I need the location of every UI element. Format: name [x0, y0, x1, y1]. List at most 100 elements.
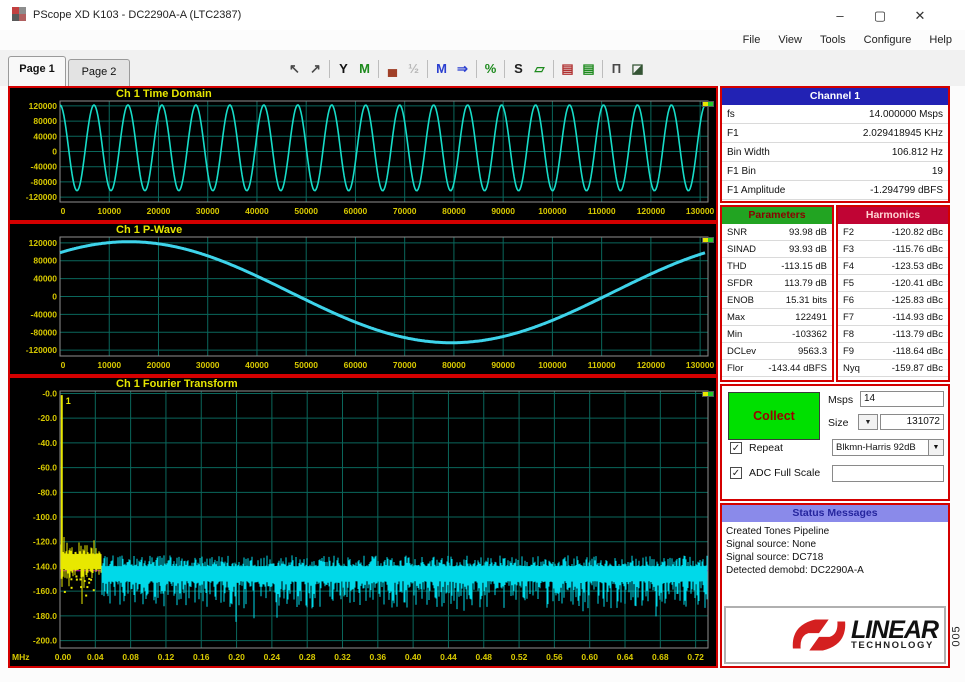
- toolbar-separator: [602, 60, 603, 78]
- svg-text:120000: 120000: [637, 360, 666, 370]
- status-line: Signal source: None: [726, 539, 817, 550]
- table-row: SINAD 93.93 dB: [722, 241, 832, 258]
- row-value: 2.029418945 KHz: [862, 127, 943, 139]
- table-row: DCLev 9563.3: [722, 343, 832, 360]
- svg-text:100000: 100000: [538, 206, 567, 216]
- y-scale-icon[interactable]: Y: [333, 59, 354, 79]
- row-value: 113.79 dB: [784, 277, 827, 289]
- toolbar: ↖ ↗ Y M ▄ ½ M ⇒% S ▱ ▤ ▤ Π ◪: [284, 57, 648, 81]
- zoom-tool-icon[interactable]: ↗: [305, 59, 326, 79]
- pulse-icon[interactable]: Π: [606, 59, 627, 79]
- pan-tool-icon[interactable]: ↖: [284, 59, 305, 79]
- status-panel: Status Messages Created Tones Pipeline Si…: [720, 503, 950, 668]
- row-label: F4: [843, 260, 855, 272]
- adc-full-scale-label: ADC Full Scale: [749, 467, 821, 479]
- fundamental-marker: 1: [66, 396, 71, 406]
- row-value: -120.41 dBc: [891, 277, 943, 289]
- fourier-chart[interactable]: -0.0 -20.0 -40.0 -60.0 -80.0 -100.0 -120.0 -140…: [10, 378, 716, 666]
- bars-green-icon[interactable]: ▤: [578, 59, 599, 79]
- channel-info-panel: Channel 1 fs 14.000000 Msps F1 2.029418945 …: [720, 86, 950, 203]
- scale-toggle-icon[interactable]: ½: [403, 59, 424, 79]
- parameters-panel: Parameters SNR 93.98 dB SINAD 93.93 dB THD -1…: [720, 205, 834, 382]
- row-label: F9: [843, 345, 855, 357]
- collect-button[interactable]: Collect: [728, 392, 820, 440]
- row-value: -103362: [792, 328, 827, 340]
- continuous-avg-icon[interactable]: ⇒: [452, 59, 473, 79]
- svg-text:-180.0: -180.0: [33, 611, 57, 621]
- size-dropdown-button[interactable]: ▼: [858, 414, 878, 430]
- p-wave-chart[interactable]: 120000 80000 40000 0 -40000 -80000 -120000 0 100…: [10, 224, 716, 374]
- repeat-checkbox[interactable]: ✓: [730, 442, 742, 454]
- row-label: F2: [843, 226, 855, 238]
- collect-panel: Collect Msps 14 Size ▼ 131072 ✓ Repeat B…: [720, 384, 950, 501]
- row-label: F1: [727, 127, 739, 139]
- row-label: F1 Bin: [727, 165, 756, 177]
- tab-page-2[interactable]: Page 2: [68, 59, 130, 86]
- window-function-dropdown[interactable]: Blkmn-Harris 92dB ▼: [832, 439, 944, 456]
- bars-red-icon[interactable]: ▤: [557, 59, 578, 79]
- row-value: 106.812 Hz: [891, 146, 943, 158]
- row-value: 9563.3: [797, 345, 827, 357]
- time-domain-chart[interactable]: 120000 80000 40000 0 -40000 -80000 -120000 0 100…: [10, 88, 716, 220]
- export-image-icon[interactable]: ◪: [627, 59, 648, 79]
- row-value: 93.93 dB: [788, 243, 827, 255]
- table-row: F4 -123.53 dBc: [838, 258, 948, 275]
- channel-legend-chip[interactable]: [702, 391, 714, 397]
- toolbar-separator: [476, 60, 477, 78]
- menu-item-view[interactable]: View: [769, 33, 811, 50]
- svg-text:70000: 70000: [393, 206, 417, 216]
- menu-item-help[interactable]: Help: [920, 33, 961, 50]
- msps-input[interactable]: 14: [860, 391, 944, 407]
- svg-text:0.24: 0.24: [264, 652, 281, 662]
- figure-number: 005: [950, 625, 963, 647]
- nodes-icon[interactable]: %: [480, 59, 501, 79]
- svg-text:0: 0: [52, 292, 57, 302]
- svg-text:120000: 120000: [29, 238, 58, 248]
- svg-text:-60.0: -60.0: [38, 463, 58, 473]
- s-curve-icon[interactable]: S: [508, 59, 529, 79]
- svg-text:-80000: -80000: [31, 177, 58, 187]
- svg-text:0: 0: [61, 206, 66, 216]
- svg-text:70000: 70000: [393, 360, 417, 370]
- svg-text:130000: 130000: [686, 360, 715, 370]
- size-input[interactable]: 131072: [880, 414, 944, 430]
- harmonics-panel: Harmonics F2 -120.82 dBc F3 -115.76 dBc F4 -1…: [836, 205, 950, 382]
- lt-logo-text: LINEAR TECHNOLOGY: [851, 618, 939, 651]
- row-label: F1 Amplitude: [727, 184, 786, 196]
- window-filter-icon[interactable]: M: [354, 59, 375, 79]
- window-function-value: Blkmn-Harris 92dB: [836, 442, 916, 453]
- linear-technology-logo: LINEAR TECHNOLOGY: [724, 606, 946, 664]
- adc-full-scale-checkbox[interactable]: ✓: [730, 467, 742, 479]
- svg-text:-40.0: -40.0: [38, 438, 58, 448]
- adc-full-scale-input[interactable]: [832, 465, 944, 482]
- svg-text:-0.0: -0.0: [42, 388, 57, 398]
- menu-item-tools[interactable]: Tools: [811, 33, 855, 50]
- svg-text:-40000: -40000: [31, 309, 58, 319]
- channel-legend-chip[interactable]: [702, 101, 714, 107]
- row-value: 93.98 dB: [788, 226, 827, 238]
- table-row: F6 -125.83 dBc: [838, 292, 948, 309]
- tab-page-1[interactable]: Page 1: [8, 56, 66, 86]
- row-label: SFDR: [727, 277, 753, 289]
- svg-text:0: 0: [61, 360, 66, 370]
- svg-text:80000: 80000: [442, 206, 466, 216]
- row-label: F5: [843, 277, 855, 289]
- svg-text:0.68: 0.68: [652, 652, 669, 662]
- channel-legend-chip[interactable]: [702, 237, 714, 243]
- maximize-button[interactable]: ▢: [863, 6, 897, 26]
- svg-text:0.52: 0.52: [511, 652, 528, 662]
- menu-item-file[interactable]: File: [734, 33, 770, 50]
- close-button[interactable]: ✕: [903, 6, 937, 26]
- histogram-icon[interactable]: ▄: [382, 59, 403, 79]
- minimize-button[interactable]: –: [823, 6, 857, 26]
- polygon-icon[interactable]: ▱: [529, 59, 550, 79]
- row-label: Min: [727, 328, 743, 340]
- svg-text:-80000: -80000: [31, 327, 58, 337]
- app-window: PScope XD K103 - DC2290A-A (LTC2387) – ▢…: [0, 0, 965, 682]
- menu-item-configure[interactable]: Configure: [855, 33, 921, 50]
- average-icon[interactable]: M: [431, 59, 452, 79]
- svg-text:-40000: -40000: [31, 162, 58, 172]
- table-row: SFDR 113.79 dB: [722, 275, 832, 292]
- row-value: -114.93 dBc: [892, 311, 943, 323]
- svg-text:50000: 50000: [294, 206, 318, 216]
